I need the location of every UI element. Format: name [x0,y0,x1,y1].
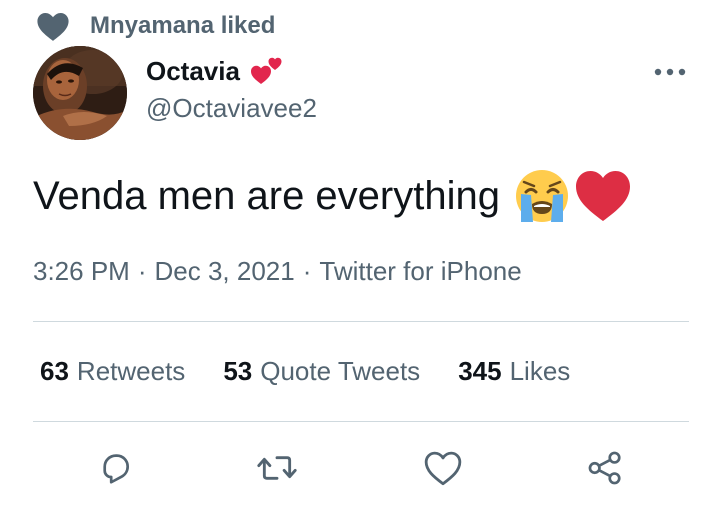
like-icon [424,451,462,486]
share-icon [588,451,621,485]
retweets-stat[interactable]: 63 Retweets [40,356,185,387]
meta-separator: · [302,256,312,286]
tweet-text: Venda men are everything [33,168,632,224]
divider [33,321,689,322]
tweet-source[interactable]: Twitter for iPhone [319,256,521,286]
red-heart-emoji [575,171,630,221]
loudly-crying-face-emoji [515,170,568,222]
heart-icon [37,12,69,41]
retweets-count: 63 [40,356,69,386]
display-name[interactable]: Octavia [146,54,284,88]
tweet-stats: 63 Retweets 53 Quote Tweets 345 Likes [40,356,608,387]
avatar[interactable] [33,46,127,140]
quote-tweets-label: Quote Tweets [260,356,421,386]
social-context[interactable]: Mnyamana liked [36,8,275,44]
tweet-text-content: Venda men are everything [33,173,500,218]
share-button[interactable] [581,446,629,490]
context-label: Mnyamana liked [90,12,276,39]
divider [33,421,689,422]
more-icon [654,68,686,76]
likes-count: 345 [458,356,502,386]
retweet-icon [257,456,297,480]
quote-tweets-count: 53 [223,356,253,386]
retweets-label: Retweets [76,356,186,386]
quote-tweets-stat[interactable]: 53 Quote Tweets [223,356,420,387]
likes-label: Likes [509,356,571,386]
tweet-meta: 3:26 PM · Dec 3, 2021 · Twitter for iPhone [33,256,522,287]
retweet-button[interactable] [253,446,301,490]
likes-stat[interactable]: 345 Likes [458,356,570,387]
two-hearts-emoji [250,57,282,84]
display-name-text: Octavia [146,55,240,86]
tweet-time[interactable]: 3:26 PM [33,256,130,286]
tweet-date[interactable]: Dec 3, 2021 [155,256,295,286]
reply-button[interactable] [91,446,139,490]
more-options-button[interactable] [650,60,690,84]
like-button[interactable] [419,446,467,490]
meta-separator: · [137,256,147,286]
username[interactable]: @Octaviavee2 [146,93,317,124]
reply-icon [103,454,130,484]
tweet-detail: Mnyamana liked Octavia @Octaviavee2 Vend… [0,0,720,506]
